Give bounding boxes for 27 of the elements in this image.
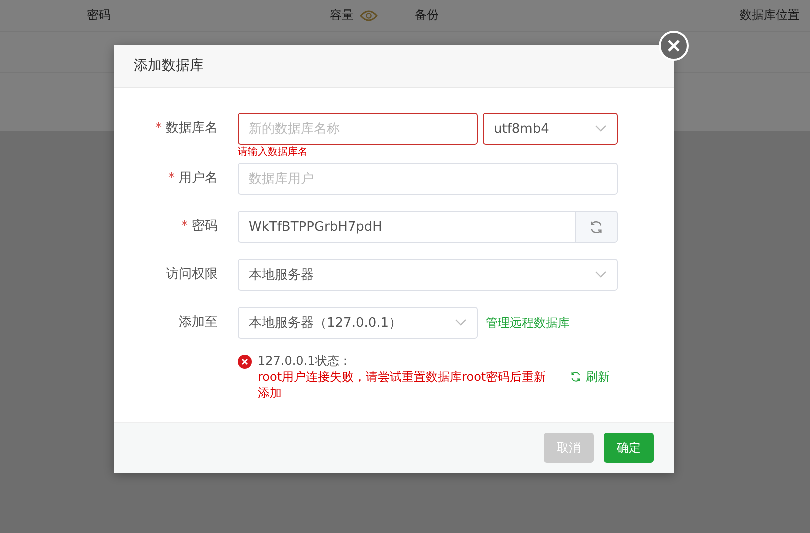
error-message: 请输入数据库名 [238,147,309,159]
select-field[interactable]: utf8mb4 [483,113,618,145]
column-header: 备份 [415,7,439,24]
field-label: * 用户名 [168,170,219,188]
status-title: 127.0.0.1状态： [258,353,352,369]
dialog-title: 添加数据库 [114,45,674,88]
chevron-down-icon [595,271,607,279]
chevron-down-icon [455,319,467,327]
select-field[interactable]: 本地服务器（127.0.0.1） [238,307,478,339]
field-label: 添加至 [178,314,219,332]
column-header: 容量 [330,7,354,24]
refresh-icon [589,220,604,234]
error-icon [238,355,252,369]
column-header: 密码 [87,7,111,24]
text-field[interactable]: 新的数据库名称 [238,113,478,145]
password-field[interactable]: WkTfBTPPGrbH7pdH [238,211,575,243]
field-label: 访问权限 [165,266,219,284]
refresh-icon [570,371,582,383]
eye-icon [360,10,378,22]
column-header: 数据库位置 [740,7,800,24]
status-message: root用户连接失败，请尝试重置数据库root密码后重新添加 [258,369,548,401]
select-field[interactable]: 本地服务器 [238,259,618,291]
field-label: * 数据库名 [154,120,219,138]
close-icon [667,39,681,53]
generate-button[interactable] [575,211,618,243]
field-label: * 密码 [180,218,219,236]
chevron-down-icon [595,125,607,133]
